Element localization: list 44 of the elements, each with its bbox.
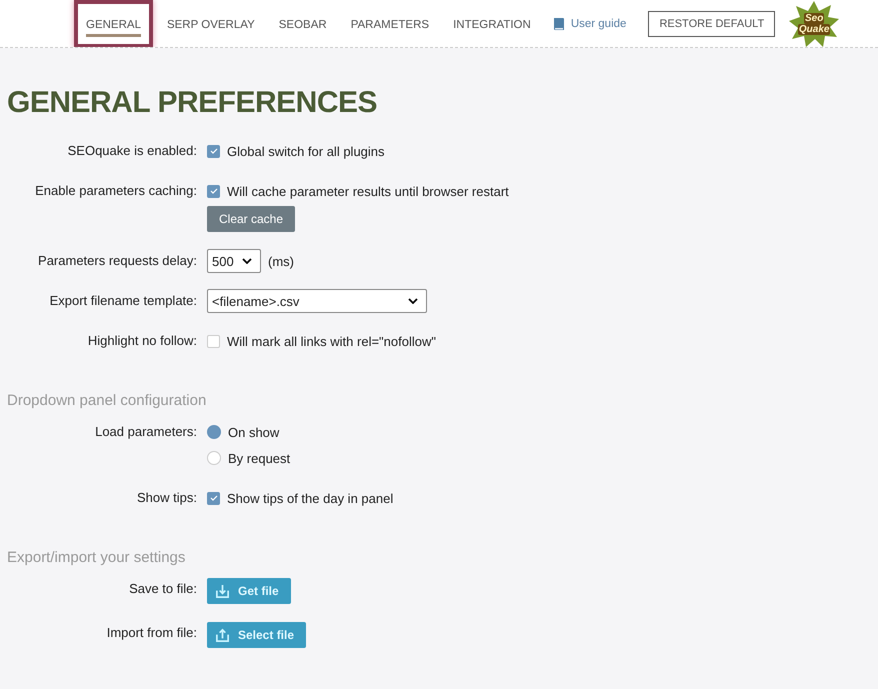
checkbox-label: Show tips of the day in panel [227, 490, 394, 506]
radio-button[interactable] [207, 425, 221, 439]
field-label: Import from file: [106, 624, 197, 642]
clear-cache-button[interactable]: Clear cache [207, 206, 296, 232]
checkbox-label: Will mark all links with rel="nofollow" [227, 334, 436, 348]
checkbox-label: Global switch for all plugins [227, 144, 385, 158]
field-label: SEOquake is enabled: [66, 142, 197, 160]
field-label: Enable parameters caching: [34, 182, 197, 200]
radio-label: On show [228, 424, 280, 440]
chevron-down-icon [408, 298, 418, 304]
checkmark-icon [208, 493, 218, 503]
upload-icon [215, 628, 230, 642]
checkmark-icon [208, 146, 218, 156]
unit-label: (ms) [268, 254, 294, 268]
select-dropdown[interactable]: <filename>.csv [207, 289, 427, 313]
book-icon [552, 16, 565, 30]
nav-tab[interactable]: GENERAL [74, 0, 153, 47]
nav-tab[interactable]: PARAMETERS [340, 0, 440, 47]
section-heading: Dropdown panel configuration [7, 392, 208, 409]
checkmark-icon [208, 186, 218, 196]
radio-button[interactable] [207, 451, 221, 465]
field-label: Parameters requests delay: [37, 252, 197, 270]
select-dropdown[interactable]: 500 [207, 249, 261, 273]
field-label: Export filename template: [48, 292, 197, 310]
logo: Seo Quake [789, 0, 840, 46]
checkbox[interactable] [207, 492, 220, 504]
nav-tab[interactable]: SERP OVERLAY [156, 0, 265, 47]
page-title: GENERAL PREFERENCES [7, 86, 378, 120]
checkbox[interactable] [207, 144, 220, 158]
nav-tab[interactable]: INTEGRATION [443, 0, 541, 47]
restore-default-button[interactable]: RESTORE DEFAULT [648, 10, 776, 36]
section-heading: Export/import your settings [7, 549, 186, 566]
checkbox[interactable] [207, 184, 220, 198]
download-icon [215, 584, 230, 598]
checkbox[interactable] [207, 334, 220, 348]
radio-label: By request [228, 450, 290, 466]
field-label: Save to file: [128, 580, 197, 598]
checkbox-label: Will cache parameter results until browser restart [227, 184, 509, 198]
field-label: Show tips: [136, 489, 197, 507]
user-guide-link[interactable]: User guide [552, 16, 626, 30]
field-label: Load parameters: [94, 423, 197, 441]
field-label: Highlight no follow: [86, 332, 197, 350]
chevron-down-icon [242, 258, 252, 264]
nav-tab[interactable]: SEOBAR [268, 0, 337, 47]
